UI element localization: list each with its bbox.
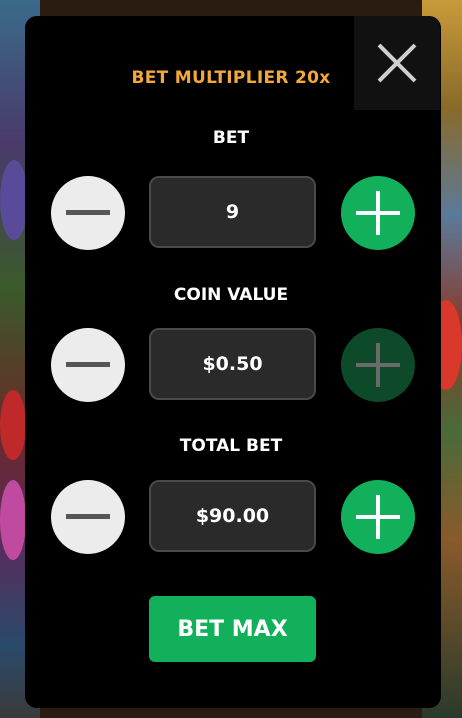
plus-icon: [356, 191, 400, 235]
bet-value-display: 9: [149, 176, 316, 248]
coin-value-increase-button: [341, 328, 415, 402]
mushroom-symbol: [0, 480, 26, 560]
bet-increase-button[interactable]: [341, 176, 415, 250]
coin-value-display: $0.50: [149, 328, 316, 400]
minus-icon: [66, 210, 110, 215]
close-button[interactable]: [354, 16, 440, 110]
dialog-title: BET MULTIPLIER 20x: [131, 68, 331, 88]
coin-value-decrease-button[interactable]: [51, 328, 125, 402]
plus-icon: [356, 343, 400, 387]
minus-icon: [66, 514, 110, 519]
total-bet-display: $90.00: [149, 480, 316, 552]
plus-icon: [356, 495, 400, 539]
total-bet-label: TOTAL BET: [179, 436, 283, 456]
blueberry-symbol: [0, 160, 28, 240]
total-bet-increase-button[interactable]: [341, 480, 415, 554]
bet-label: BET: [212, 128, 250, 148]
bet-decrease-button[interactable]: [51, 176, 125, 250]
coin-value-label: COIN VALUE: [173, 285, 289, 305]
bet-max-button[interactable]: BET MAX: [149, 596, 316, 662]
total-bet-decrease-button[interactable]: [51, 480, 125, 554]
minus-icon: [66, 362, 110, 367]
